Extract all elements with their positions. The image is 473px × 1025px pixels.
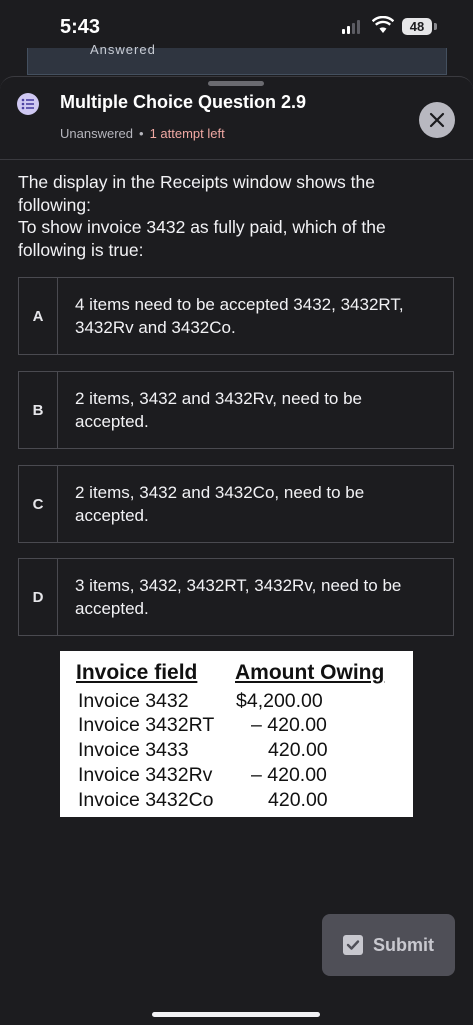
question-meta: Unanswered • 1 attempt left <box>60 126 225 141</box>
checklist-icon <box>343 935 363 955</box>
option-text: 3 items, 3432, 3432RT, 3432Rv, need to b… <box>75 576 402 618</box>
invoice-row-label: Invoice 3432Rv <box>78 764 213 786</box>
invoice-row-amount: – 420.00 <box>251 764 327 786</box>
answer-option-b[interactable]: B 2 items, 3432 and 3432Rv, need to be a… <box>18 371 454 449</box>
sheet-grabber[interactable] <box>208 81 264 86</box>
invoice-row-label: Invoice 3433 <box>78 739 189 761</box>
answer-option-a[interactable]: A 4 items need to be accepted 3432, 3432… <box>18 277 454 355</box>
multiple-choice-icon <box>17 93 39 115</box>
option-text: 4 items need to be accepted 3432, 3432RT… <box>75 295 404 337</box>
cellular-signal-icon <box>342 20 360 34</box>
answer-option-c[interactable]: C 2 items, 3432 and 3432Co, need to be a… <box>18 465 454 543</box>
invoice-row-amount: 420.00 <box>268 739 328 761</box>
option-letter: C <box>19 466 58 542</box>
invoice-field-header: Invoice field <box>76 661 198 684</box>
invoice-row-amount: 420.00 <box>268 789 328 811</box>
invoice-table-image: Invoice field Amount Owing Invoice 3432 … <box>60 651 413 817</box>
option-letter: B <box>19 372 58 448</box>
invoice-row-amount: – 420.00 <box>251 714 327 736</box>
question-sheet: Multiple Choice Question 2.9 Unanswered •… <box>0 76 473 1025</box>
close-button[interactable] <box>419 102 455 138</box>
option-text: 2 items, 3432 and 3432Co, need to be acc… <box>75 483 365 525</box>
question-line-2: To show invoice 3432 as fully paid, whic… <box>18 217 386 260</box>
battery-icon: 48 <box>402 18 432 35</box>
invoice-row-label: Invoice 3432RT <box>78 714 215 736</box>
answer-option-d[interactable]: D 3 items, 3432, 3432RT, 3432Rv, need to… <box>18 558 454 636</box>
attempts-left: 1 attempt left <box>149 126 225 141</box>
header-divider <box>0 159 473 160</box>
amount-owing-header: Amount Owing <box>235 661 385 684</box>
option-letter: D <box>19 559 58 635</box>
background-question-card: Answered <box>27 42 447 75</box>
answer-status: Unanswered <box>60 126 133 141</box>
question-line-1: The display in the Receipts window shows… <box>18 172 375 215</box>
option-text: 2 items, 3432 and 3432Rv, need to be acc… <box>75 389 362 431</box>
submit-label: Submit <box>373 934 434 955</box>
background-card-label: Answered <box>90 42 156 57</box>
submit-button[interactable]: Submit <box>322 914 455 976</box>
status-time: 5:43 <box>60 16 101 38</box>
home-indicator[interactable] <box>152 1012 320 1017</box>
invoice-row-amount: $4,200.00 <box>236 690 323 712</box>
meta-separator: • <box>139 126 144 141</box>
question-title: Multiple Choice Question 2.9 <box>60 92 307 112</box>
invoice-row-label: Invoice 3432 <box>78 690 189 712</box>
question-text: The display in the Receipts window shows… <box>18 171 438 261</box>
close-icon <box>429 112 445 128</box>
wifi-icon <box>372 16 394 33</box>
battery-tip <box>434 23 437 30</box>
option-letter: A <box>19 278 58 354</box>
invoice-row-label: Invoice 3432Co <box>78 789 214 811</box>
